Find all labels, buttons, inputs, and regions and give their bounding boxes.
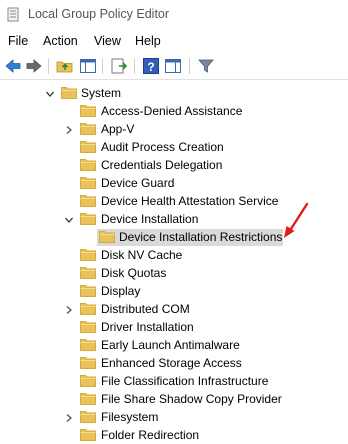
tree-item-app-v[interactable]: App-V	[0, 120, 348, 138]
tree-item-access-denied-assistance[interactable]: Access-Denied Assistance	[0, 102, 348, 120]
tree-item-display[interactable]: Display	[0, 282, 348, 300]
back-icon[interactable]	[4, 57, 22, 75]
window-title: Local Group Policy Editor	[28, 7, 170, 21]
tree-item-folder-redirection[interactable]: Folder Redirection	[0, 426, 348, 444]
tree-item-device-guard[interactable]: Device Guard	[0, 174, 348, 192]
help-icon[interactable]: ?	[142, 57, 160, 75]
tree-item-label: System	[81, 86, 122, 100]
tree-item-system[interactable]: System	[0, 84, 348, 102]
tree-item-label: Filesystem	[101, 410, 159, 424]
tree-item-label: Device Guard	[101, 176, 175, 190]
tree-item-label: Disk Quotas	[101, 266, 167, 280]
folder-icon	[80, 176, 96, 189]
tree-item-label: Audit Process Creation	[101, 140, 224, 154]
menu-file[interactable]: File	[8, 34, 28, 48]
folder-icon	[80, 266, 96, 279]
chevron-right-icon[interactable]	[64, 124, 74, 134]
up-folder-icon[interactable]	[56, 57, 74, 75]
folder-icon	[80, 320, 96, 333]
folder-icon	[80, 284, 96, 297]
tree-item-early-launch-antimalware[interactable]: Early Launch Antimalware	[0, 336, 348, 354]
tree-item-credentials-delegation[interactable]: Credentials Delegation	[0, 156, 348, 174]
svg-text:?: ?	[147, 60, 154, 74]
tree-item-driver-installation[interactable]: Driver Installation	[0, 318, 348, 336]
folder-icon	[80, 392, 96, 405]
group-policy-app-icon	[7, 7, 19, 22]
folder-icon	[80, 212, 96, 225]
tree-item-label: Access-Denied Assistance	[101, 104, 243, 118]
folder-icon	[80, 410, 96, 423]
toolbar-separator	[134, 58, 135, 74]
tree-item-label: Device Installation Restrictions	[119, 230, 283, 244]
title-bar: Local Group Policy Editor	[0, 0, 348, 30]
tree-item-label: Enhanced Storage Access	[101, 356, 242, 370]
tree-item-label: Distributed COM	[101, 302, 190, 316]
tree-item-label: Device Installation	[101, 212, 199, 226]
folder-icon	[80, 356, 96, 369]
folder-icon	[80, 140, 96, 153]
folder-icon	[80, 374, 96, 387]
annotation-arrow-icon	[284, 202, 309, 238]
menu-help[interactable]: Help	[135, 34, 161, 48]
tree-item-label: Driver Installation	[101, 320, 194, 334]
folder-icon	[99, 230, 115, 243]
tree-item-filesystem[interactable]: Filesystem	[0, 408, 348, 426]
tree-item-label: Folder Redirection	[101, 428, 200, 442]
tree-item-label: Disk NV Cache	[101, 248, 183, 262]
folder-icon	[80, 122, 96, 135]
chevron-right-icon[interactable]	[64, 304, 74, 314]
tree-item-label: File Share Shadow Copy Provider	[101, 392, 282, 406]
chevron-down-icon[interactable]	[64, 214, 74, 224]
filter-icon[interactable]	[197, 57, 215, 75]
folder-icon	[80, 158, 96, 171]
tree-item-label: Credentials Delegation	[101, 158, 223, 172]
policy-tree: System Access-Denied Assistance App-V Au…	[0, 80, 348, 443]
tree-item-enhanced-storage-access[interactable]: Enhanced Storage Access	[0, 354, 348, 372]
folder-icon	[80, 248, 96, 261]
tree-item-label: Early Launch Antimalware	[101, 338, 240, 352]
tree-item-disk-quotas[interactable]: Disk Quotas	[0, 264, 348, 282]
menu-view[interactable]: View	[94, 34, 121, 48]
folder-icon	[80, 338, 96, 351]
tree-item-label: Device Health Attestation Service	[101, 194, 279, 208]
toolbar-separator	[189, 58, 190, 74]
toolbar: ?	[0, 53, 348, 80]
properties-pane-icon[interactable]	[164, 57, 182, 75]
folder-icon	[80, 428, 96, 441]
menu-action[interactable]: Action	[43, 34, 78, 48]
folder-icon	[80, 194, 96, 207]
chevron-down-icon[interactable]	[45, 88, 55, 98]
show-hide-tree-icon[interactable]	[79, 57, 97, 75]
tree-item-file-classification-infrastructure[interactable]: File Classification Infrastructure	[0, 372, 348, 390]
toolbar-separator	[48, 58, 49, 74]
export-list-icon[interactable]	[110, 57, 128, 75]
tree-item-label: File Classification Infrastructure	[101, 374, 269, 388]
tree-item-disk-nv-cache[interactable]: Disk NV Cache	[0, 246, 348, 264]
forward-icon[interactable]	[25, 57, 43, 75]
tree-item-audit-process-creation[interactable]: Audit Process Creation	[0, 138, 348, 156]
tree-item-label: Display	[101, 284, 141, 298]
toolbar-separator	[102, 58, 103, 74]
tree-item-file-share-shadow-copy-provider[interactable]: File Share Shadow Copy Provider	[0, 390, 348, 408]
tree-item-label: App-V	[101, 122, 135, 136]
tree-item-distributed-com[interactable]: Distributed COM	[0, 300, 348, 318]
folder-icon	[80, 302, 96, 315]
folder-icon	[61, 86, 77, 99]
menu-bar: File Action View Help	[0, 32, 348, 52]
chevron-right-icon[interactable]	[64, 412, 74, 422]
folder-icon	[80, 104, 96, 117]
